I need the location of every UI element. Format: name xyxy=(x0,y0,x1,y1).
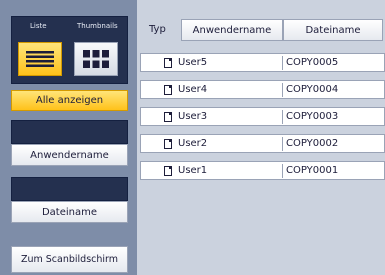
column-divider xyxy=(282,137,283,151)
file-name-cell: COPY0004 xyxy=(286,84,339,95)
user-name-cell: User1 xyxy=(178,165,208,176)
column-divider xyxy=(282,56,283,70)
document-icon xyxy=(164,139,172,149)
file-name-cell: COPY0005 xyxy=(286,57,339,68)
file-name-cell: COPY0003 xyxy=(286,111,339,122)
table-row[interactable]: User2 COPY0002 xyxy=(140,134,385,153)
file-name-cell: COPY0001 xyxy=(286,165,339,176)
user-name-cell: User2 xyxy=(178,138,208,149)
document-icon xyxy=(164,85,172,95)
list-view-label: Liste xyxy=(30,22,47,30)
sort-by-file-name-button[interactable]: Dateiname xyxy=(283,19,383,41)
show-all-button[interactable]: Alle anzeigen xyxy=(11,90,128,111)
table-row[interactable]: User4 COPY0004 xyxy=(140,80,385,99)
column-divider xyxy=(282,83,283,97)
grid-icon xyxy=(83,50,109,68)
column-divider xyxy=(282,110,283,124)
user-name-cell: User5 xyxy=(178,57,208,68)
file-name-cell: COPY0002 xyxy=(286,138,339,149)
file-name-filter-button[interactable]: Dateiname xyxy=(11,201,128,223)
user-name-filter-field xyxy=(11,120,128,144)
table-row[interactable]: User3 COPY0003 xyxy=(140,107,385,126)
list-icon xyxy=(26,51,54,67)
to-scan-screen-button[interactable]: Zum Scanbildschirm xyxy=(11,246,128,273)
document-icon xyxy=(164,58,172,68)
user-name-cell: User4 xyxy=(178,84,208,95)
user-name-cell: User3 xyxy=(178,111,208,122)
table-row[interactable]: User1 COPY0001 xyxy=(140,161,385,180)
type-column-label: Typ xyxy=(149,24,166,35)
sort-by-user-name-button[interactable]: Anwendername xyxy=(181,19,283,41)
user-name-filter-button[interactable]: Anwendername xyxy=(11,144,128,166)
view-mode-selector: Liste Thumbnails xyxy=(11,16,128,84)
document-icon xyxy=(164,112,172,122)
column-divider xyxy=(282,164,283,178)
file-name-filter-field xyxy=(11,177,128,201)
document-icon xyxy=(164,166,172,176)
thumbnails-view-button[interactable] xyxy=(74,42,118,76)
list-view-button[interactable] xyxy=(18,42,62,76)
table-row[interactable]: User5 COPY0005 xyxy=(140,53,385,72)
thumbnails-view-label: Thumbnails xyxy=(77,22,118,30)
